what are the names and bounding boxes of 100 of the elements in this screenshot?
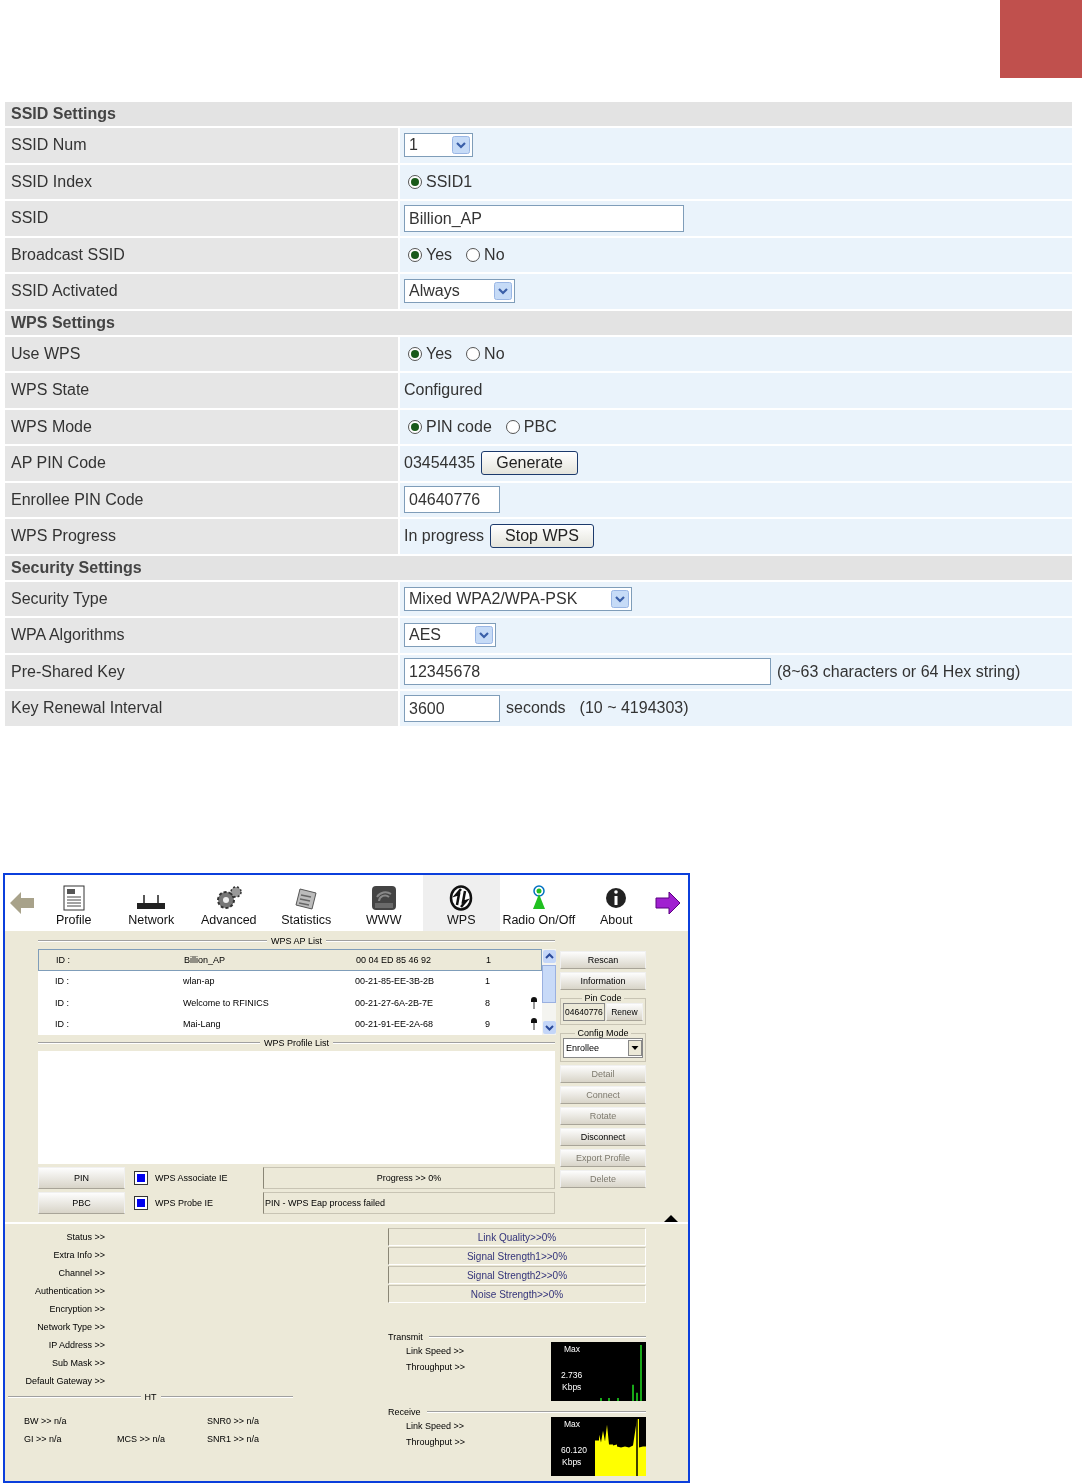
- scroll-thumb[interactable]: [542, 965, 556, 1003]
- side-button[interactable]: Disconnect: [560, 1128, 646, 1146]
- text-field[interactable]: 04640776: [404, 486, 500, 514]
- traffic-spikes-drawing: [599, 1342, 643, 1401]
- pin-field[interactable]: 04640776: [563, 1003, 605, 1021]
- table-cell-text: 1: [486, 954, 492, 965]
- field-label: Broadcast SSID: [5, 237, 398, 272]
- table-cell-text: Welcome to RFINICS: [183, 997, 270, 1008]
- dropdown[interactable]: Mixed WPA2/WPA-PSK: [404, 586, 633, 611]
- ht-value: SNR0 >> n/a: [207, 1416, 260, 1426]
- table-cell-text: 1: [485, 976, 491, 987]
- value-text: In progress: [404, 527, 485, 546]
- dropdown[interactable]: AES: [404, 623, 496, 648]
- section-title: WPS AP List: [271, 936, 322, 946]
- section-title: Transmit: [388, 1332, 423, 1342]
- stat-label: Throughput >>: [406, 1362, 466, 1372]
- field-label: Security Type: [5, 581, 398, 616]
- ht-value: GI >> n/a: [24, 1434, 62, 1444]
- document-icon: [62, 885, 85, 911]
- mode-button[interactable]: PBC: [38, 1192, 125, 1214]
- graph-unit: Kbps: [562, 1382, 582, 1392]
- hint-text: (8~63 characters or 64 Hex string): [777, 662, 1021, 681]
- router-icon: [136, 893, 167, 911]
- field-label: Enrollee PIN Code: [5, 482, 398, 517]
- side-button[interactable]: Information: [560, 972, 646, 990]
- radio-option[interactable]: No: [466, 245, 505, 264]
- table-cell-text: ID :: [55, 976, 70, 987]
- signal-box-icon: [370, 885, 397, 911]
- checkbox[interactable]: [135, 1197, 147, 1209]
- forward-arrow-icon[interactable]: [655, 891, 681, 915]
- status-label: Authentication >>: [34, 1285, 105, 1298]
- wps-icon: [449, 885, 474, 911]
- scroll-down-icon[interactable]: [542, 1021, 556, 1034]
- table-cell-text: ID :: [55, 997, 70, 1008]
- radio-option[interactable]: PBC: [505, 417, 557, 436]
- status-label: Extra Info >>: [53, 1249, 105, 1262]
- value-text: 03454435: [404, 454, 476, 473]
- checkbox-label: WPS Associate IE: [155, 1173, 229, 1183]
- table-cell-text: 00-21-91-EE-2A-68: [355, 1019, 435, 1030]
- table-cell-text: 00-21-85-EE-3B-2B: [355, 976, 436, 987]
- radio-option[interactable]: PIN code: [408, 417, 492, 436]
- section-header: SSID Settings: [5, 102, 1072, 126]
- mode-button[interactable]: PIN: [38, 1167, 125, 1189]
- list-row[interactable]: ID : Mai-Lang 00-21-91-EE-2A-68 9: [38, 1013, 542, 1035]
- table-cell-text: wlan-ap: [183, 976, 216, 987]
- graph-value: 60.120: [561, 1445, 587, 1455]
- section-title: HT: [144, 1392, 157, 1402]
- table-cell-text: Billion_AP: [184, 954, 227, 965]
- value-text: Configured: [404, 381, 483, 400]
- field-label: WPA Algorithms: [5, 618, 398, 653]
- checkbox-label: WPS Probe IE: [155, 1198, 215, 1208]
- scrollbar[interactable]: [542, 949, 556, 1035]
- text-field[interactable]: Billion_AP: [404, 204, 684, 232]
- radio-option[interactable]: SSID1: [408, 172, 473, 191]
- table-cell-text: ID :: [55, 1019, 70, 1030]
- graph-unit: Kbps: [562, 1457, 582, 1467]
- status-label: Channel >>: [58, 1267, 105, 1280]
- side-button[interactable]: Rescan: [560, 951, 646, 969]
- field-label: SSID: [5, 201, 398, 236]
- dropdown[interactable]: Always: [404, 279, 515, 304]
- group-title: Config Mode: [576, 1028, 630, 1038]
- section-title: Receive: [388, 1407, 421, 1417]
- table-cell-text: ID :: [56, 954, 71, 965]
- field-label: SSID Activated: [5, 274, 398, 309]
- renew-button[interactable]: Renew: [605, 1003, 643, 1021]
- radio-option[interactable]: No: [466, 344, 505, 363]
- table-cell-text: 00 04 ED 85 46 92: [356, 954, 433, 965]
- list-row[interactable]: ID : Billion_AP 00 04 ED 85 46 92 1: [38, 949, 542, 971]
- status-label: Default Gateway >>: [25, 1375, 105, 1388]
- status-label: Network Type >>: [37, 1321, 105, 1334]
- dropdown[interactable]: 1: [404, 133, 473, 158]
- radio-option[interactable]: Yes: [408, 245, 453, 264]
- action-button[interactable]: Stop WPS: [490, 524, 594, 549]
- collapse-icon[interactable]: [664, 1215, 678, 1222]
- lock-icon: [530, 1017, 538, 1032]
- text-field[interactable]: 3600: [404, 694, 500, 722]
- status-label: Status >>: [66, 1231, 105, 1244]
- section-title: WPS Profile List: [264, 1038, 329, 1048]
- scroll-up-icon[interactable]: [542, 950, 556, 963]
- back-arrow-icon[interactable]: [9, 891, 35, 915]
- info-icon: [605, 885, 628, 911]
- status-field: Progress >> 0%: [263, 1167, 555, 1189]
- field-label: WPS Progress: [5, 519, 398, 554]
- text-field[interactable]: 12345678: [404, 658, 771, 686]
- status-label: Encryption >>: [49, 1303, 105, 1316]
- action-button[interactable]: Generate: [481, 451, 578, 476]
- section-header: WPS Settings: [5, 310, 1072, 335]
- radio-option[interactable]: Yes: [408, 344, 453, 363]
- toolbar-tab[interactable]: WPS: [422, 875, 500, 931]
- field-label: Pre-Shared Key: [5, 654, 398, 689]
- meter-label: Noise Strength>>0%: [470, 1288, 564, 1300]
- group-title: Pin Code: [583, 993, 623, 1003]
- field-label: WPS State: [5, 373, 398, 408]
- list-row[interactable]: ID : Welcome to RFINICS 00-21-27-6A-2B-7E 8: [38, 992, 542, 1014]
- field-label: WPS Mode: [5, 409, 398, 444]
- list-row[interactable]: ID : wlan-ap 00-21-85-EE-3B-2B 1: [38, 970, 542, 992]
- hint-text: (10 ~ 4194303): [579, 699, 689, 718]
- checkbox[interactable]: [135, 1172, 147, 1184]
- dropdown[interactable]: Enrollee: [563, 1038, 643, 1058]
- graph-label: Max: [564, 1344, 581, 1354]
